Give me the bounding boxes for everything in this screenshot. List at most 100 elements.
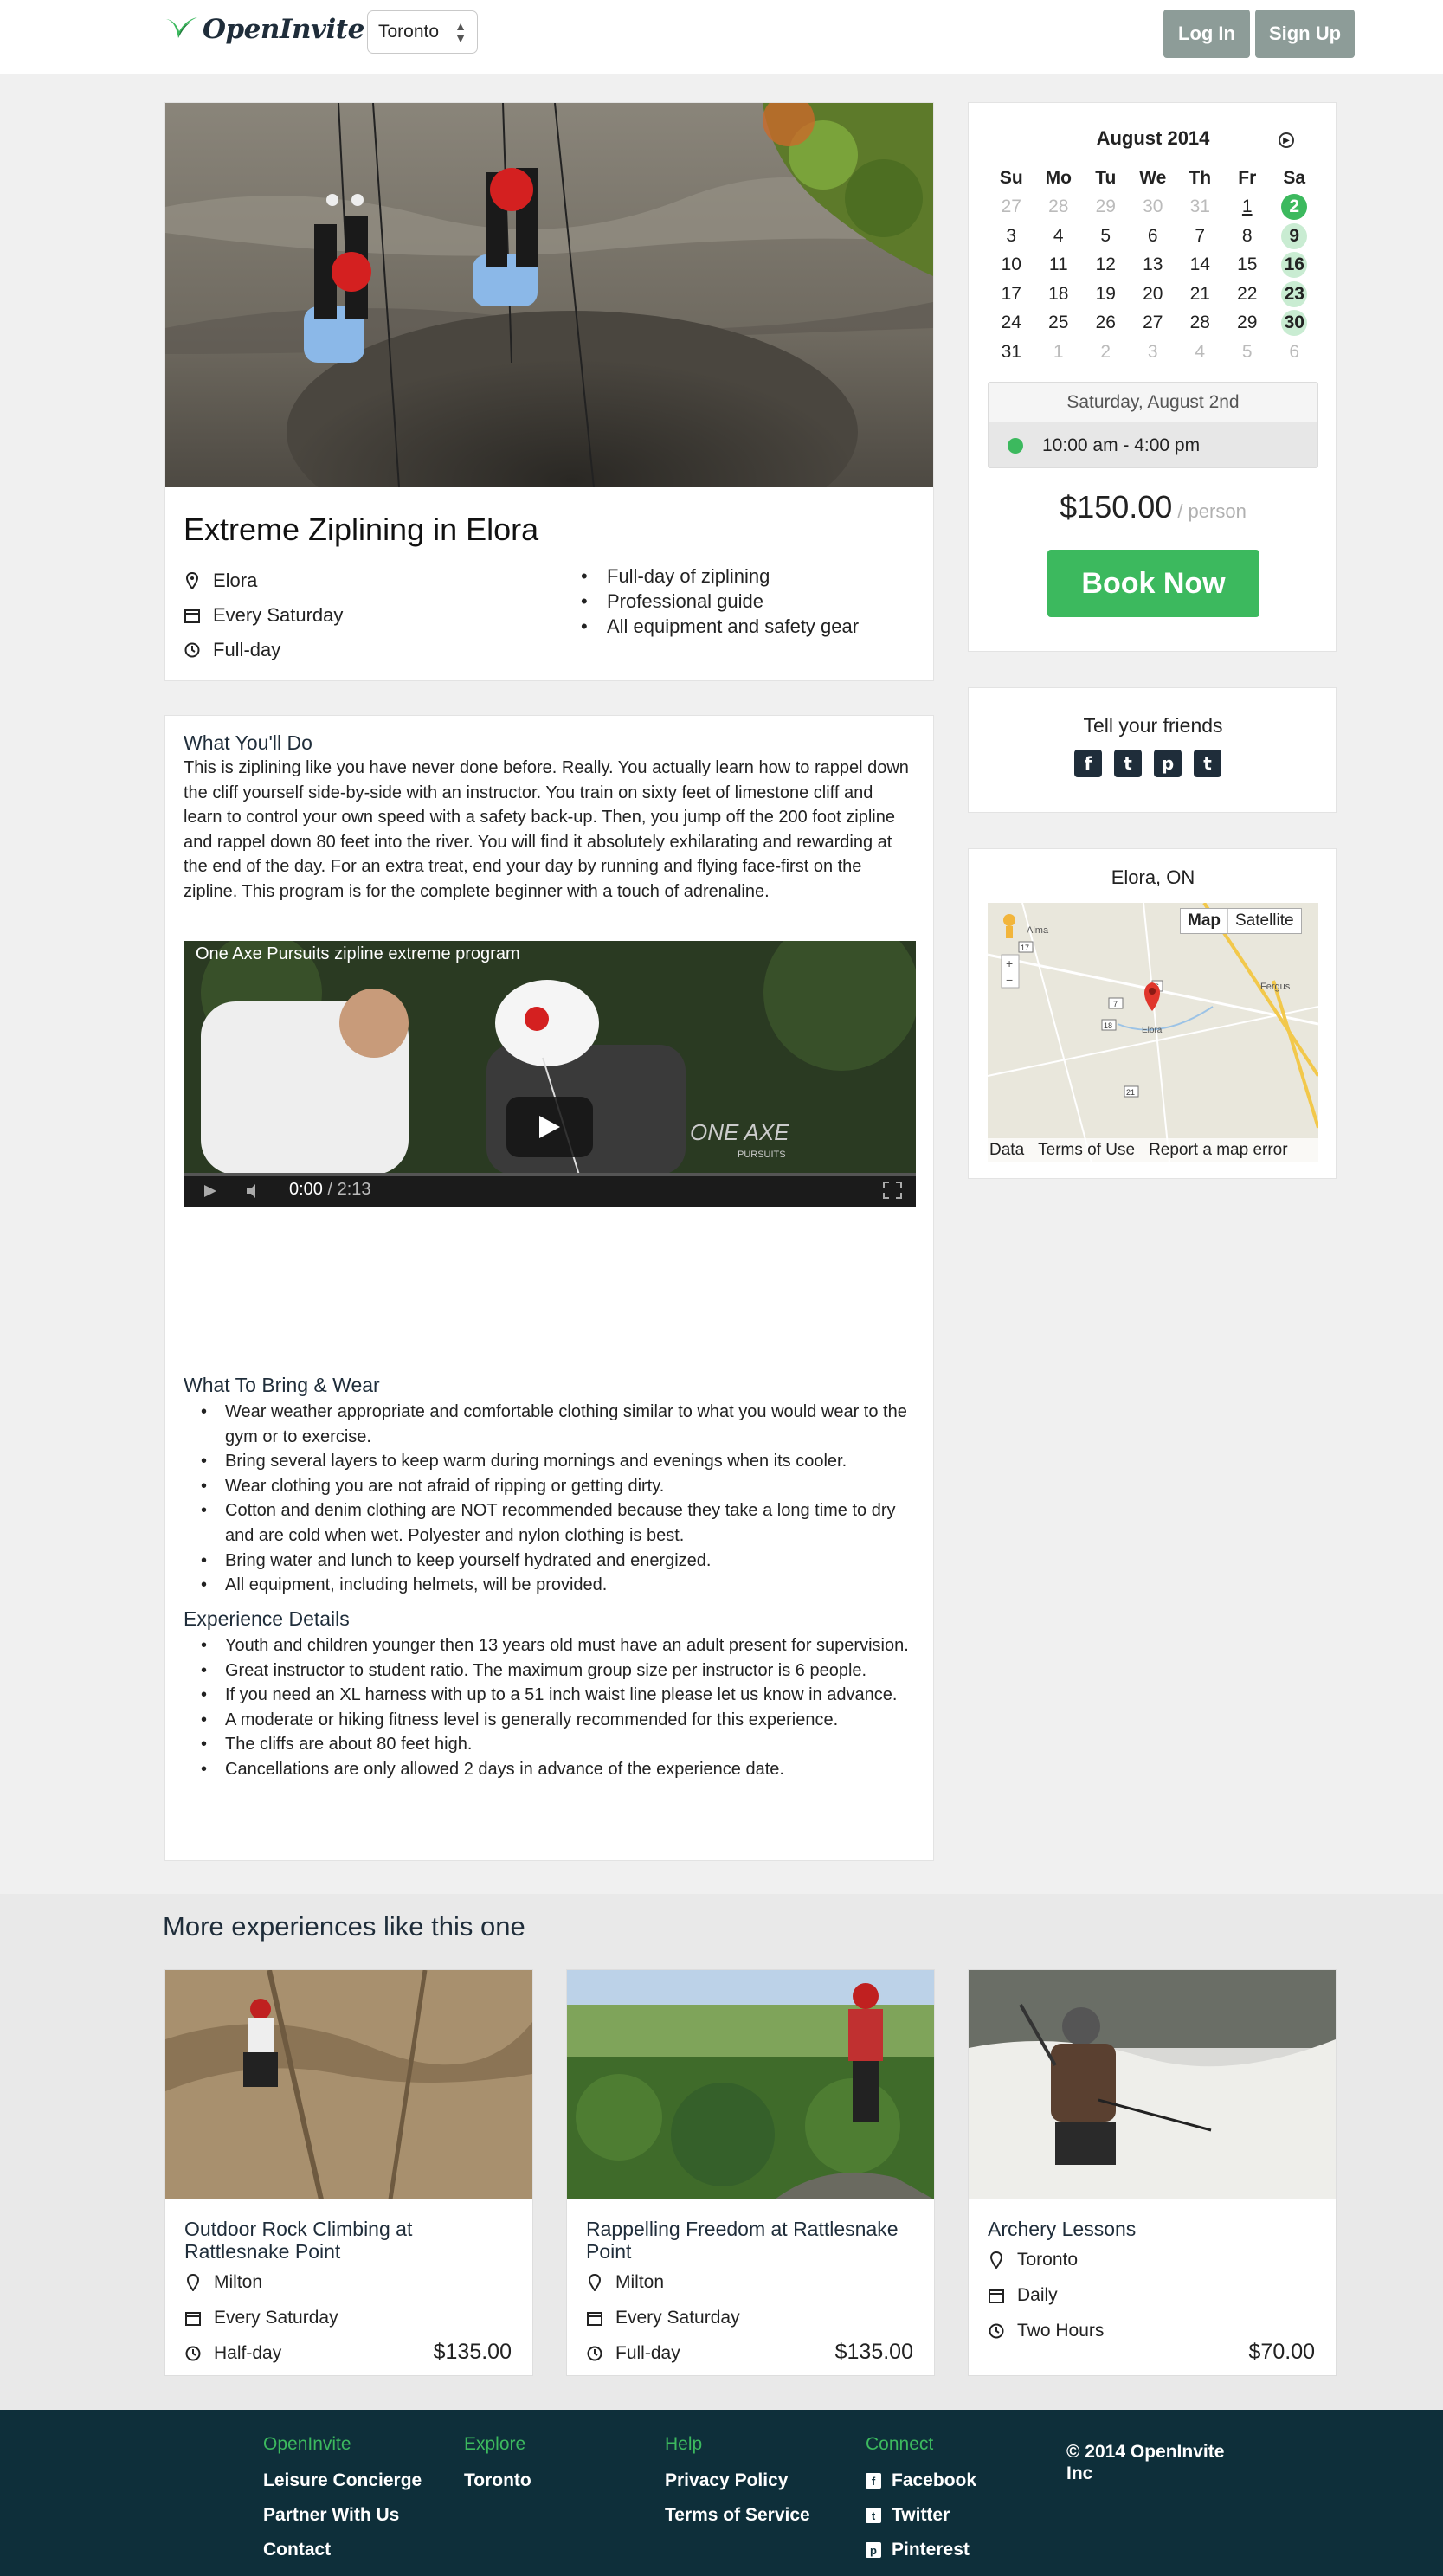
tumblr-icon[interactable]: t <box>1194 750 1221 777</box>
calendar-day-number: 1 <box>1053 341 1064 362</box>
video-duration: / 2:13 <box>327 1180 371 1199</box>
calendar-day-number: 18 <box>1048 283 1069 304</box>
next-month-icon[interactable]: ▶ <box>1279 132 1294 148</box>
map-type-toggle: Map Satellite <box>1180 908 1302 934</box>
calendar-day[interactable]: 1 <box>1224 196 1272 217</box>
location-map[interactable]: Alma Fergus Elora 17 7 18 6 21 + − Map S… <box>988 903 1318 1162</box>
calendar-day[interactable]: 22 <box>1224 284 1272 305</box>
footer-link-twitter[interactable]: t Twitter <box>866 2498 976 2533</box>
map-view-button[interactable]: Map <box>1181 909 1228 933</box>
calendar-day[interactable]: 16 <box>1271 252 1318 279</box>
signup-button[interactable]: Sign Up <box>1255 10 1355 58</box>
calendar-day[interactable]: 26 <box>1082 312 1130 333</box>
calendar-day[interactable]: 11 <box>1035 254 1083 275</box>
video-progress-bar[interactable] <box>184 1173 916 1176</box>
calendar-day: 27 <box>988 196 1035 217</box>
footer-link[interactable]: Terms of Service <box>665 2498 810 2533</box>
related-card[interactable]: Outdoor Rock Climbing at Rattlesnake Poi… <box>164 1969 533 2376</box>
video-play-button[interactable] <box>506 1097 593 1157</box>
footer-link-pinterest[interactable]: p Pinterest <box>866 2533 976 2567</box>
related-price: $70.00 <box>1248 2340 1315 2364</box>
footer-link[interactable]: Partner With Us <box>263 2498 422 2533</box>
select-arrows-icon: ▲ ▼ <box>454 19 467 45</box>
location-text: Toronto <box>1017 2249 1079 2270</box>
map-road-label: 18 <box>1104 1021 1112 1030</box>
footer-link[interactable]: Privacy Policy <box>665 2463 810 2498</box>
login-button[interactable]: Log In <box>1163 10 1250 58</box>
footer-link[interactable]: Toronto <box>464 2463 531 2498</box>
related-title[interactable]: Archery Lessons <box>988 2218 1317 2240</box>
calendar-day[interactable]: 18 <box>1035 284 1083 305</box>
footer-link-facebook[interactable]: f Facebook <box>866 2463 976 2498</box>
calendar-day[interactable]: 10 <box>988 254 1035 275</box>
pinterest-icon[interactable]: p <box>1154 750 1182 777</box>
calendar-day[interactable]: 20 <box>1130 284 1177 305</box>
calendar-day[interactable]: 5 <box>1082 226 1130 247</box>
calendar-day[interactable]: 21 <box>1176 284 1224 305</box>
calendar-day-number: 25 <box>1048 312 1069 333</box>
calendar-day[interactable]: 31 <box>988 342 1035 363</box>
related-card[interactable]: Rappelling Freedom at Rattlesnake Point … <box>566 1969 935 2376</box>
schedule-text: Daily <box>1017 2284 1058 2305</box>
volume-icon[interactable] <box>246 1183 265 1199</box>
openinvite-logo[interactable]: OpenInvite <box>164 12 364 47</box>
play-small-icon[interactable] <box>203 1183 218 1199</box>
list-item: The cliffs are about 80 feet high. <box>201 1732 918 1757</box>
time-slot-option[interactable]: 10:00 am - 4:00 pm <box>989 422 1317 467</box>
calendar-day[interactable]: 24 <box>988 312 1035 333</box>
schedule-text: Every Saturday <box>214 2307 338 2328</box>
calendar-day: 4 <box>1176 342 1224 363</box>
calendar-day[interactable]: 17 <box>988 284 1035 305</box>
list-item: A moderate or hiking fitness level is ge… <box>201 1708 918 1733</box>
calendar-day[interactable]: 7 <box>1176 226 1224 247</box>
calendar-day[interactable]: 6 <box>1130 226 1177 247</box>
calendar-day[interactable]: 9 <box>1271 222 1318 249</box>
video-player[interactable]: ONE AXE PURSUITS One Axe Pursuits ziplin… <box>184 941 916 1208</box>
calendar-day[interactable]: 29 <box>1224 312 1272 333</box>
map-report-link[interactable]: Report a map error <box>1149 1141 1288 1160</box>
calendar-day[interactable]: 23 <box>1271 280 1318 307</box>
map-data-link[interactable]: Data <box>989 1141 1024 1160</box>
fullscreen-icon[interactable] <box>883 1182 902 1199</box>
clock-icon <box>988 2322 1005 2341</box>
calendar-week-row: 3 4 5 6 7 8 9 <box>988 222 1318 251</box>
footer-link[interactable]: Leisure Concierge <box>263 2463 422 2498</box>
calendar-grid: Su Mo Tu We Th Fr Sa 27 28 29 30 31 1 2 3 4 5 6 7 8 9 10 11 12 1… <box>988 164 1318 367</box>
related-title[interactable]: Rappelling Freedom at Rattlesnake Point <box>586 2218 915 2263</box>
calendar-day[interactable]: 14 <box>1176 254 1224 275</box>
footer-link[interactable]: Contact <box>263 2533 422 2567</box>
calendar-day: 1 <box>1035 342 1083 363</box>
calendar-day[interactable]: 13 <box>1130 254 1177 275</box>
time-slot-panel: Saturday, August 2nd 10:00 am - 4:00 pm <box>988 382 1318 468</box>
calendar-day[interactable]: 4 <box>1035 226 1083 247</box>
city-select-value: Toronto <box>378 22 440 42</box>
satellite-view-button[interactable]: Satellite <box>1228 909 1301 933</box>
twitter-icon[interactable]: t <box>1114 750 1142 777</box>
list-item: If you need an XL harness with up to a 5… <box>201 1683 918 1708</box>
calendar-day[interactable]: 30 <box>1271 310 1318 337</box>
video-title[interactable]: One Axe Pursuits zipline extreme program <box>196 944 520 964</box>
book-now-button[interactable]: Book Now <box>1047 550 1259 617</box>
list-item: Cancellations are only allowed 2 days in… <box>201 1757 918 1782</box>
calendar-day[interactable]: 25 <box>1035 312 1083 333</box>
calendar-day[interactable]: 28 <box>1176 312 1224 333</box>
calendar-day[interactable]: 8 <box>1224 226 1272 247</box>
calendar-weekday: Tu <box>1095 167 1117 188</box>
city-select[interactable]: Toronto ▲ ▼ <box>367 10 478 54</box>
meta-schedule: Every Saturday <box>184 2300 338 2335</box>
calendar-day[interactable]: 2 <box>1271 194 1318 221</box>
map-place-label: Fergus <box>1260 982 1291 992</box>
calendar-day[interactable]: 3 <box>988 226 1035 247</box>
calendar-day-number: 16 <box>1281 252 1308 279</box>
map-road-label: 7 <box>1113 1000 1118 1008</box>
calendar-day[interactable]: 15 <box>1224 254 1272 275</box>
related-title[interactable]: Outdoor Rock Climbing at Rattlesnake Poi… <box>184 2218 513 2263</box>
related-card[interactable]: Archery Lessons Toronto Daily Two Hours … <box>968 1969 1337 2376</box>
meta-schedule: Every Saturday <box>184 598 343 633</box>
facebook-icon[interactable]: f <box>1074 750 1102 777</box>
calendar-day[interactable]: 27 <box>1130 312 1177 333</box>
calendar-day[interactable]: 19 <box>1082 284 1130 305</box>
calendar-day[interactable]: 12 <box>1082 254 1130 275</box>
map-terms-link[interactable]: Terms of Use <box>1038 1141 1135 1160</box>
calendar-day-number: 4 <box>1195 341 1206 362</box>
